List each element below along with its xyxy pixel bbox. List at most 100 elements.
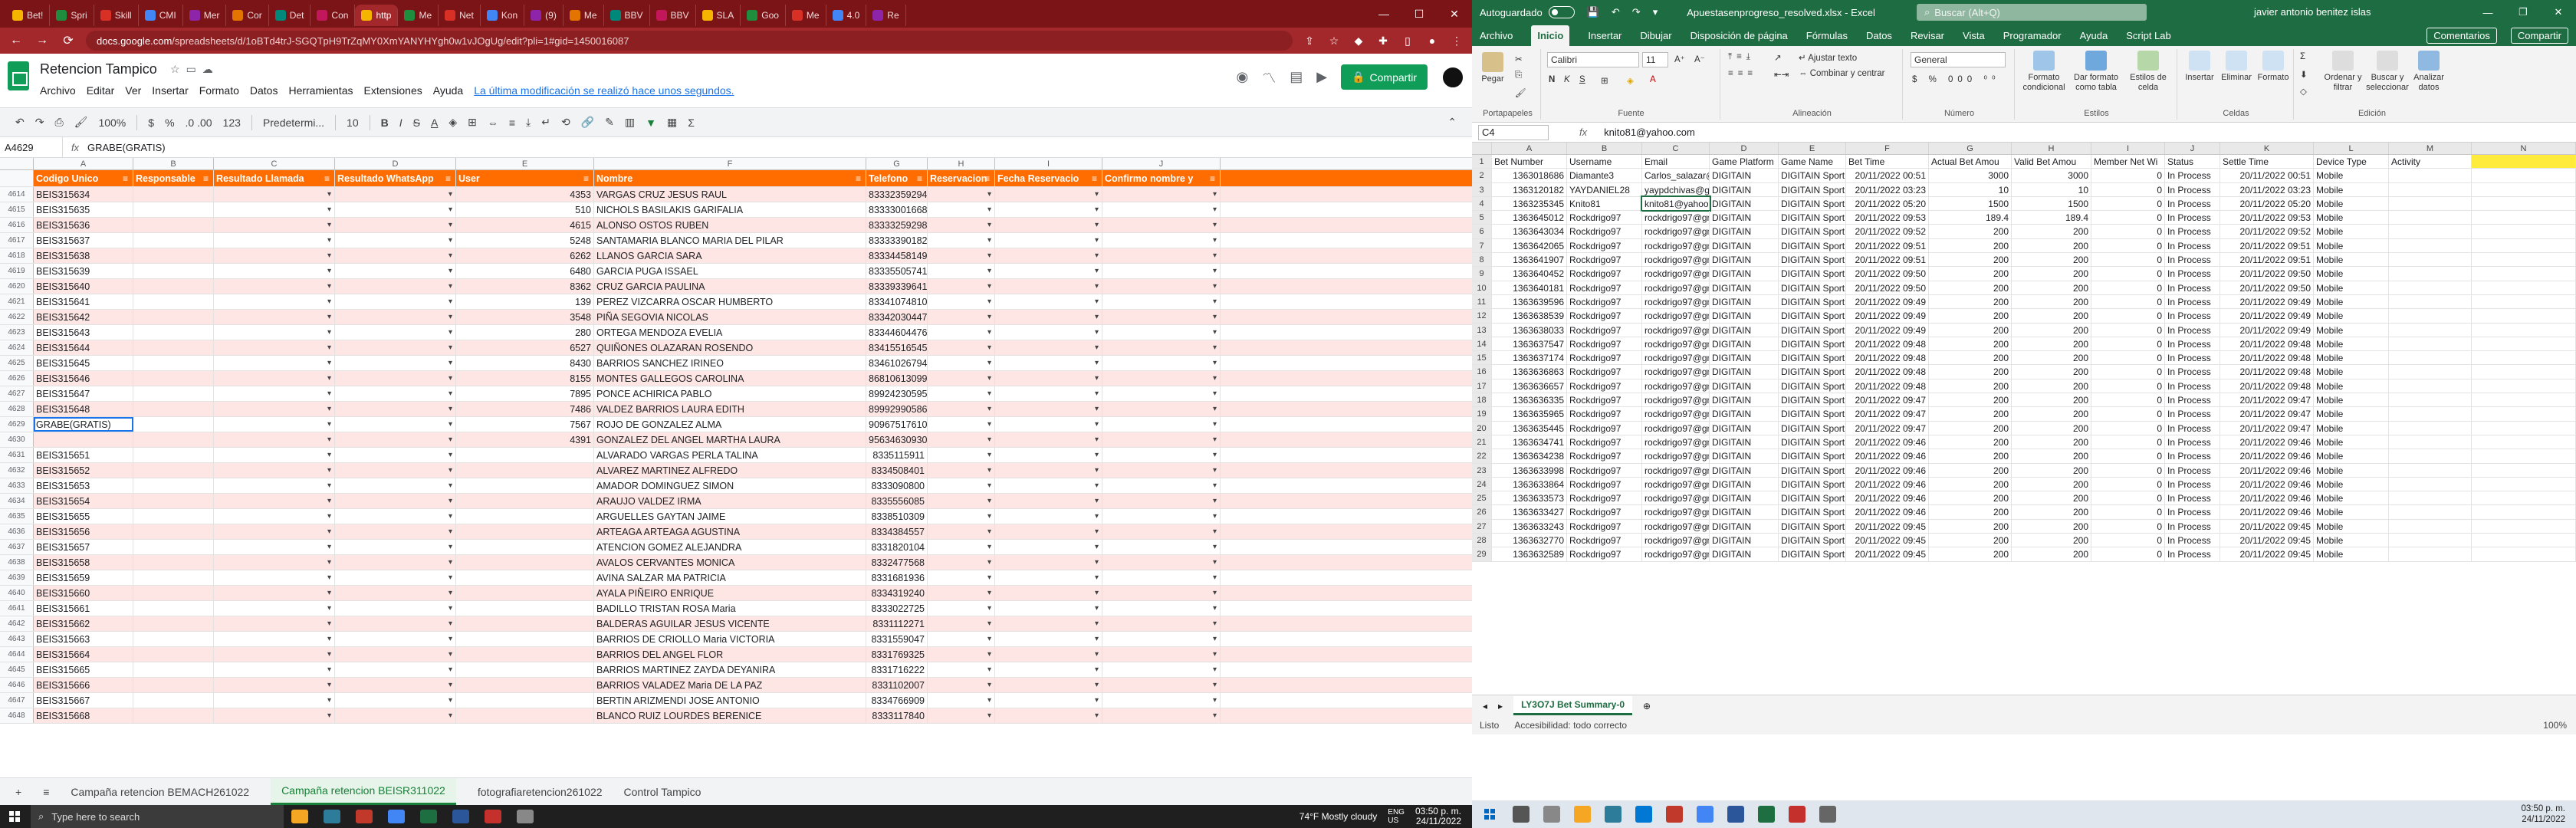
column-letter[interactable]: B [1567, 143, 1642, 154]
row-number[interactable]: 4614 [0, 187, 34, 202]
table-cell[interactable] [2389, 463, 2472, 477]
table-cell[interactable]: 1363645012 [1492, 211, 1567, 225]
table-cell[interactable]: Mobile [2314, 534, 2389, 547]
analyze-data-button[interactable]: Analizar datos [2410, 51, 2447, 93]
cell-nombre[interactable]: PEREZ VIZCARRA OSCAR HUMBERTO [594, 294, 866, 309]
row-number[interactable]: 8 [1472, 253, 1492, 267]
sheet-tab[interactable]: Campaña retencion BEISR311022 [271, 778, 456, 805]
cell-user[interactable]: 139 [456, 294, 594, 309]
taskbar-search[interactable]: ⌕ Type here to search [31, 805, 284, 828]
row-number[interactable]: 4628 [0, 402, 34, 416]
cell-resultado-llamada[interactable] [214, 248, 335, 263]
strikethrough-icon[interactable]: S [413, 117, 420, 129]
cell-confirmo[interactable] [1102, 601, 1221, 616]
table-cell[interactable]: 200 [1929, 505, 2012, 519]
table-cell[interactable] [2389, 393, 2472, 407]
table-cell[interactable]: Rockdrigo97 [1567, 421, 1642, 435]
table-cell[interactable]: Rockdrigo97 [1567, 309, 1642, 323]
cell-codigo[interactable]: BEIS315662 [34, 616, 133, 631]
table-cell[interactable]: DIGITAIN Sport [1779, 281, 1846, 294]
table-cell[interactable] [2389, 365, 2472, 379]
cell-nombre[interactable]: PIÑA SEGOVIA NICOLAS [594, 310, 866, 324]
cell-telefono[interactable]: 86810613099 [866, 371, 928, 386]
table-cell[interactable]: In Process [2165, 211, 2220, 225]
table-cell[interactable]: 0 [2091, 253, 2165, 267]
cell-fecha[interactable] [995, 325, 1102, 340]
language-indicator[interactable]: ENG US [1388, 808, 1405, 825]
ribbon-tab[interactable]: Revisar [1911, 30, 1944, 41]
cell-resultado-llamada[interactable] [214, 632, 335, 646]
browser-tab[interactable]: BBV [604, 5, 650, 26]
cell-resultado-llamada[interactable] [214, 662, 335, 677]
cell-nombre[interactable]: BARRIOS SANCHEZ IRINEO [594, 356, 866, 370]
cell-resultado-llamada[interactable] [214, 340, 335, 355]
table-cell[interactable]: rockdrigo97@gn [1642, 281, 1710, 294]
table-cell[interactable]: rockdrigo97@gn [1642, 463, 1710, 477]
table-cell[interactable]: 20/11/2022 09:48 [1846, 365, 1929, 379]
browser-tab[interactable]: Skill [94, 5, 139, 26]
table-cell[interactable]: rockdrigo97@gn [1642, 225, 1710, 238]
table-cell[interactable] [2472, 463, 2576, 477]
table-cell[interactable]: 3000 [2012, 169, 2091, 182]
cell-telefono[interactable]: 8331112271 [866, 616, 928, 631]
sidepanel-icon[interactable]: ▯ [1400, 34, 1415, 48]
cell-resultado-llamada[interactable] [214, 233, 335, 248]
table-cell[interactable]: DIGITAIN [1710, 169, 1779, 182]
table-cell[interactable] [2472, 253, 2576, 267]
menu-2[interactable]: Ver [125, 84, 141, 97]
table-cell[interactable]: DIGITAIN [1710, 281, 1779, 294]
table-cell[interactable]: Mobile [2314, 407, 2389, 421]
collapse-toolbar-icon[interactable]: ⌃ [1447, 116, 1457, 129]
cell-resultado-whatsapp[interactable] [335, 647, 456, 662]
table-cell[interactable]: rockdrigo97@gn [1642, 309, 1710, 323]
cell-user[interactable]: 7895 [456, 386, 594, 401]
bookmark-star-icon[interactable]: ☆ [1326, 34, 1342, 48]
cell-fecha[interactable] [995, 340, 1102, 355]
cell-resultado-whatsapp[interactable] [335, 325, 456, 340]
column-header[interactable]: Valid Bet Amou [2012, 155, 2091, 169]
table-cell[interactable]: Rockdrigo97 [1567, 351, 1642, 365]
column-letter[interactable]: M [2389, 143, 2472, 154]
excel-grid[interactable]: ABCDEFGHIJKLMN 1 Bet Number Username Email G… [1472, 143, 2576, 695]
table-cell[interactable]: rockdrigo97@gn [1642, 519, 1710, 534]
cell-fecha[interactable] [995, 524, 1102, 539]
table-cell[interactable]: rockdrigo97@gn [1642, 407, 1710, 421]
cell-resultado-llamada[interactable] [214, 187, 335, 202]
table-cell[interactable]: 20/11/2022 09:46 [2220, 491, 2314, 505]
table-cell[interactable]: 0 [2091, 519, 2165, 534]
cell-user[interactable] [456, 586, 594, 600]
bold-icon[interactable]: B [381, 117, 389, 129]
table-cell[interactable]: Mobile [2314, 294, 2389, 309]
column-header[interactable]: Confirmo nombre y [1102, 170, 1221, 186]
table-cell[interactable]: 200 [2012, 351, 2091, 365]
column-letter[interactable]: L [2314, 143, 2389, 154]
table-cell[interactable]: In Process [2165, 379, 2220, 393]
cell-resultado-whatsapp[interactable] [335, 432, 456, 447]
chart-icon[interactable]: ▥ [625, 116, 635, 129]
table-cell[interactable]: Mobile [2314, 491, 2389, 505]
cell-resultado-whatsapp[interactable] [335, 693, 456, 708]
row-number[interactable]: 4647 [0, 693, 34, 708]
minimize-icon[interactable]: — [1366, 0, 1401, 28]
print-icon[interactable]: ⎙ [54, 116, 63, 129]
table-cell[interactable]: DIGITAIN [1710, 547, 1779, 561]
decimals-button[interactable]: .0 .00 [186, 117, 212, 129]
cell-resultado-whatsapp[interactable] [335, 417, 456, 432]
row-number[interactable]: 4618 [0, 248, 34, 263]
table-cell[interactable]: In Process [2165, 519, 2220, 534]
table-cell[interactable]: DIGITAIN [1710, 534, 1779, 547]
cell-resultado-llamada[interactable] [214, 402, 335, 416]
cell-responsable[interactable] [133, 678, 214, 692]
column-letter[interactable]: C [214, 158, 335, 169]
ribbon-tab[interactable]: Datos [1866, 30, 1892, 41]
table-cell[interactable]: In Process [2165, 547, 2220, 561]
sheet-tab[interactable]: Campaña retencion BEMACH261022 [71, 786, 249, 798]
row-number[interactable]: 7 [1472, 238, 1492, 253]
cell-telefono[interactable]: 83341074810 [866, 294, 928, 309]
table-cell[interactable]: rockdrigo97@gn [1642, 211, 1710, 225]
table-cell[interactable] [2472, 169, 2576, 182]
table-cell[interactable]: 200 [1929, 351, 2012, 365]
cell-user[interactable] [456, 678, 594, 692]
table-cell[interactable] [2472, 294, 2576, 309]
merge-icon[interactable]: ⇔ [488, 117, 498, 129]
